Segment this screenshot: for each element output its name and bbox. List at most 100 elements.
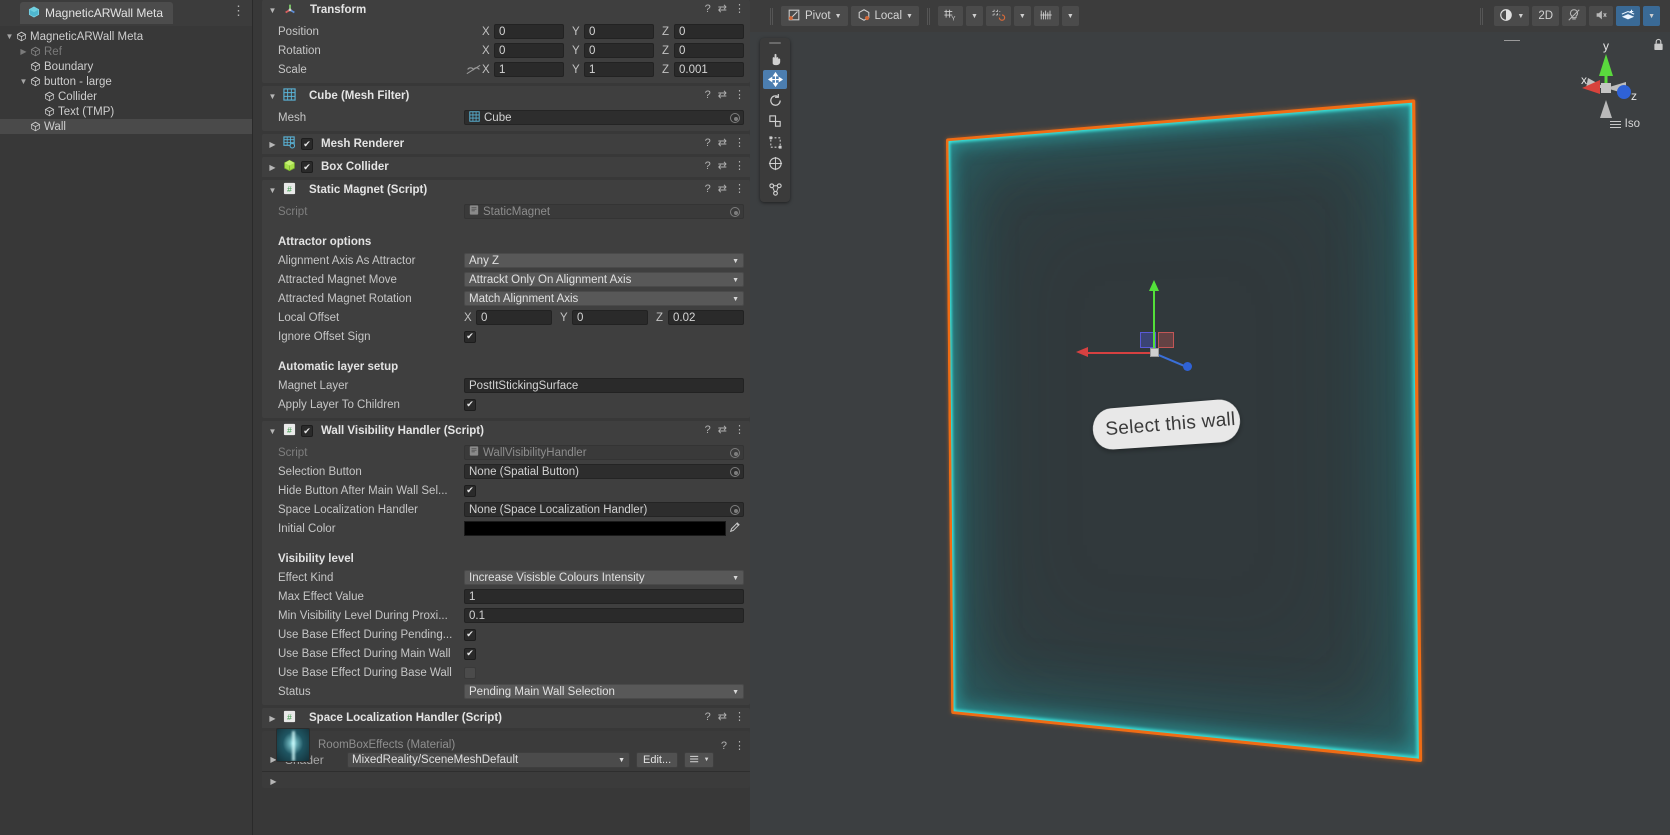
- kebab-icon[interactable]: ⋮: [734, 711, 745, 723]
- grid-rulers-button[interactable]: [1033, 6, 1059, 26]
- local-offset-x-input[interactable]: 0: [476, 310, 552, 325]
- custom-tool-button[interactable]: [763, 180, 787, 199]
- hide-button-checkbox[interactable]: ✔: [464, 484, 476, 497]
- hand-tool-button[interactable]: [763, 49, 787, 68]
- static-magnet-header[interactable]: ▼ # Static Magnet (Script) ? ⇄ ⋮: [262, 180, 750, 200]
- chevron-right-icon[interactable]: ▶: [18, 47, 29, 56]
- preset-icon[interactable]: ⇄: [718, 424, 727, 436]
- shader-edit-button[interactable]: Edit...: [636, 751, 679, 768]
- help-icon[interactable]: ?: [705, 137, 711, 149]
- scene-audio-button[interactable]: [1589, 6, 1614, 26]
- gizmo-axis-x[interactable]: [1088, 352, 1150, 354]
- position-z-input[interactable]: 0: [674, 24, 744, 39]
- gizmo-plane-yz[interactable]: [1158, 332, 1174, 348]
- preset-icon[interactable]: ⇄: [718, 89, 727, 101]
- preset-icon[interactable]: ⇄: [718, 160, 727, 172]
- magnet-layer-input[interactable]: PostItStickingSurface: [464, 378, 744, 393]
- preset-icon[interactable]: ⇄: [718, 711, 727, 723]
- kebab-icon[interactable]: ⋮: [734, 183, 745, 195]
- help-icon[interactable]: ?: [705, 89, 711, 101]
- rect-tool-button[interactable]: [763, 133, 787, 152]
- base-effect-pending-checkbox[interactable]: ✔: [464, 628, 476, 641]
- hierarchy-item[interactable]: Wall: [0, 119, 252, 134]
- wall-visibility-header[interactable]: ▼ # ✔ Wall Visibility Handler (Script) ?…: [262, 421, 750, 441]
- effect-kind-dropdown[interactable]: Increase Visisble Colours Intensity ▼: [464, 570, 744, 585]
- local-offset-y-input[interactable]: 0: [572, 310, 648, 325]
- object-picker-icon[interactable]: [730, 505, 740, 515]
- kebab-icon[interactable]: ⋮: [734, 424, 745, 436]
- help-icon[interactable]: ?: [721, 740, 727, 752]
- preset-icon[interactable]: ⇄: [718, 3, 727, 15]
- attracted-magnet-rotation-dropdown[interactable]: Match Alignment Axis ▼: [464, 291, 744, 306]
- box-collider-enabled-checkbox[interactable]: ✔: [301, 161, 313, 173]
- overlay-minimize-bar[interactable]: [1504, 40, 1520, 41]
- move-tool-button[interactable]: [763, 70, 787, 89]
- chevron-right-icon[interactable]: ▶: [267, 714, 278, 723]
- selection-button-object-field[interactable]: None (Spatial Button): [464, 464, 744, 479]
- hierarchy-item[interactable]: ▼ MagneticARWall Meta: [0, 29, 252, 44]
- hierarchy-item[interactable]: Collider: [0, 89, 252, 104]
- hierarchy-item[interactable]: Boundary: [0, 59, 252, 74]
- ignore-offset-sign-checkbox[interactable]: ✔: [464, 330, 476, 343]
- rotation-z-input[interactable]: 0: [674, 43, 744, 58]
- chevron-down-icon[interactable]: ▼: [267, 427, 278, 436]
- handle-space-button[interactable]: Local ▼: [850, 6, 919, 26]
- gizmo-axis-z-handle[interactable]: [1183, 362, 1192, 371]
- chevron-down-icon[interactable]: ▼: [18, 77, 29, 86]
- object-picker-icon[interactable]: [730, 467, 740, 477]
- kebab-icon[interactable]: ⋮: [734, 740, 745, 752]
- grid-snapping-button[interactable]: Y: [937, 6, 963, 26]
- chevron-down-icon[interactable]: ▼: [267, 92, 278, 101]
- move-gizmo[interactable]: [1076, 280, 1192, 371]
- chevron-right-icon[interactable]: ▶: [267, 163, 278, 172]
- transform-header[interactable]: ▼ Transform ? ⇄ ⋮: [262, 0, 750, 20]
- min-visibility-input[interactable]: 0.1: [464, 608, 744, 623]
- shading-mode-button[interactable]: ▼: [1494, 6, 1530, 26]
- scale-y-input[interactable]: 1: [584, 62, 654, 77]
- help-icon[interactable]: ?: [705, 183, 711, 195]
- wall-visibility-enabled-checkbox[interactable]: ✔: [301, 425, 313, 437]
- object-picker-icon[interactable]: [730, 448, 740, 458]
- eyedropper-icon[interactable]: [726, 521, 744, 536]
- scale-x-input[interactable]: 1: [494, 62, 564, 77]
- gizmo-axis-x-arrow[interactable]: [1076, 347, 1088, 357]
- snap-increment-button[interactable]: [985, 6, 1011, 26]
- grid-snapping-dropdown[interactable]: ▼: [965, 6, 983, 26]
- snap-increment-dropdown[interactable]: ▼: [1013, 6, 1031, 26]
- gizmo-center-handle[interactable]: [1150, 348, 1159, 357]
- kebab-icon[interactable]: ⋮: [734, 89, 745, 101]
- chevron-right-icon[interactable]: ▶: [268, 777, 279, 786]
- rotation-x-input[interactable]: 0: [494, 43, 564, 58]
- kebab-icon[interactable]: ⋮: [734, 3, 745, 15]
- alignment-axis-dropdown[interactable]: Any Z ▼: [464, 253, 744, 268]
- hierarchy-item[interactable]: ▼ button - large: [0, 74, 252, 89]
- chevron-down-icon[interactable]: ▼: [267, 6, 278, 15]
- preset-icon[interactable]: ⇄: [718, 183, 727, 195]
- shader-options-button[interactable]: ▼: [684, 751, 715, 768]
- mesh-renderer-enabled-checkbox[interactable]: ✔: [301, 138, 313, 150]
- rotate-tool-button[interactable]: [763, 91, 787, 110]
- position-x-input[interactable]: 0: [494, 24, 564, 39]
- chevron-down-icon[interactable]: ▼: [4, 32, 15, 41]
- scene-effects-button[interactable]: [1616, 6, 1641, 26]
- kebab-icon[interactable]: ⋮: [734, 160, 745, 172]
- gizmo-axis-y-arrow[interactable]: [1149, 280, 1159, 291]
- base-effect-base-wall-checkbox[interactable]: ✔: [464, 666, 476, 679]
- hierarchy-menu-kebab[interactable]: ⋮: [232, 4, 245, 17]
- mesh-object-field[interactable]: Cube: [464, 110, 744, 125]
- shader-dropdown[interactable]: MixedReality/SceneMeshDefault ▼: [347, 751, 630, 768]
- help-icon[interactable]: ?: [705, 711, 711, 723]
- help-icon[interactable]: ?: [705, 3, 711, 15]
- attracted-magnet-move-dropdown[interactable]: Attrackt Only On Alignment Axis ▼: [464, 272, 744, 287]
- constrain-proportions-off-icon[interactable]: [464, 64, 482, 75]
- max-effect-value-input[interactable]: 1: [464, 589, 744, 604]
- overlay-drag-handle[interactable]: [769, 42, 781, 44]
- gizmo-lock-icon[interactable]: [1653, 38, 1664, 54]
- gizmo-projection-toggle[interactable]: Iso: [1609, 118, 1640, 130]
- position-y-input[interactable]: 0: [584, 24, 654, 39]
- box-collider-header[interactable]: ▶ ✔ Box Collider ? ⇄ ⋮: [262, 157, 750, 177]
- pivot-mode-button[interactable]: Pivot ▼: [781, 6, 848, 26]
- space-localization-header[interactable]: ▶ # Space Localization Handler (Script) …: [262, 708, 750, 728]
- inspector-scroll-area[interactable]: ▼ Transform ? ⇄ ⋮ Position X 0 Y 0 Z 0 R…: [253, 0, 750, 835]
- scene-effects-dropdown[interactable]: ▼: [1643, 6, 1660, 26]
